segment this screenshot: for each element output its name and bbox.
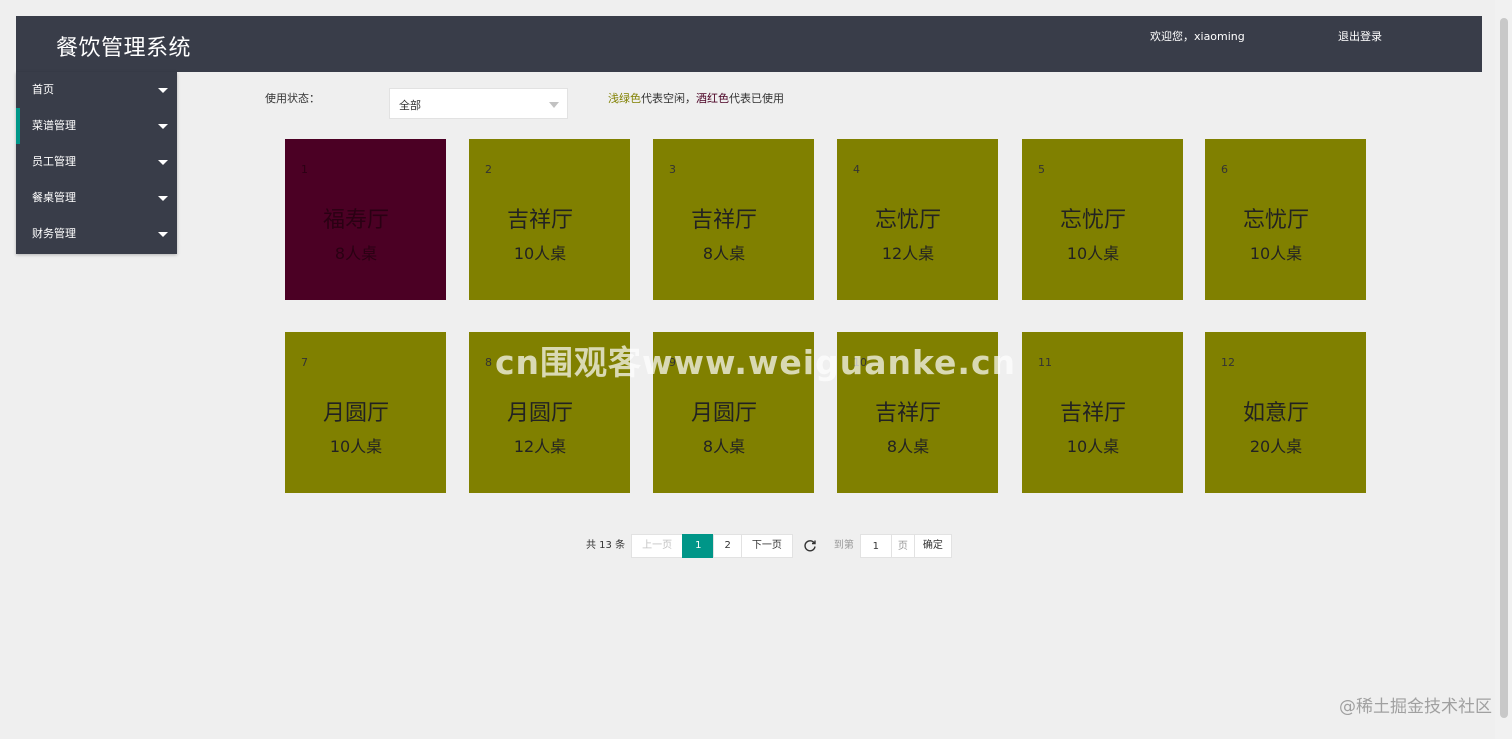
table-card[interactable]: 11 吉祥厅 10人桌 (1022, 332, 1183, 493)
table-number: 11 (1038, 356, 1052, 369)
table-seats: 10人桌 (1066, 437, 1120, 456)
hall-name: 忘忧厅 (1242, 208, 1309, 233)
table-seats: 12人桌 (881, 244, 935, 263)
table-card[interactable]: 1 福寿厅 8人桌 (285, 139, 446, 300)
next-page-button[interactable]: 下一页 (740, 534, 793, 558)
hall-name: 月圆厅 (690, 401, 757, 426)
table-number: 9 (669, 356, 676, 369)
table-card[interactable]: 4 忘忧厅 12人桌 (837, 139, 998, 300)
table-card[interactable]: 12 如意厅 20人桌 (1205, 332, 1366, 493)
hall-name: 如意厅 (1242, 401, 1309, 426)
sidebar-item-label: 员工管理 (32, 155, 76, 168)
corner-watermark: @稀土掘金技术社区 (1339, 697, 1492, 717)
sidebar-item-label: 餐桌管理 (32, 191, 76, 204)
table-number: 4 (853, 163, 860, 176)
pagination: 共 13 条 上一页 1 2 下一页 到第 页 确定 (586, 534, 952, 558)
table-number: 2 (485, 163, 492, 176)
table-seats: 20人桌 (1249, 437, 1303, 456)
table-seats: 10人桌 (1066, 244, 1120, 263)
legend-free-color: 浅绿色 (608, 92, 641, 105)
chevron-down-icon (549, 102, 559, 108)
table-seats: 10人桌 (513, 244, 567, 263)
refresh-icon[interactable] (798, 534, 822, 558)
hall-name: 忘忧厅 (874, 208, 941, 233)
table-number: 10 (853, 356, 867, 369)
hall-name: 吉祥厅 (690, 208, 757, 233)
table-card[interactable]: 2 吉祥厅 10人桌 (469, 139, 630, 300)
total-count: 共 13 条 (586, 540, 626, 551)
hall-name: 吉祥厅 (1059, 401, 1126, 426)
prev-page-button[interactable]: 上一页 (631, 534, 684, 558)
table-card[interactable]: 3 吉祥厅 8人桌 (653, 139, 814, 300)
table-card[interactable]: 8 月圆厅 12人桌 (469, 332, 630, 493)
caret-down-icon (158, 232, 168, 237)
status-select[interactable]: 全部 (389, 88, 568, 119)
page-unit-label: 页 (891, 534, 914, 558)
sidebar-item-label: 菜谱管理 (32, 119, 76, 132)
logout-link[interactable]: 退出登录 (1338, 28, 1382, 44)
status-filter-label: 使用状态： (265, 92, 320, 105)
table-seats: 8人桌 (334, 244, 378, 263)
top-header: 餐饮管理系统 欢迎您，xiaoming 退出登录 (16, 16, 1482, 72)
table-seats: 10人桌 (329, 437, 383, 456)
table-seats: 8人桌 (702, 244, 746, 263)
sidebar-item-staff-management[interactable]: 员工管理 (16, 144, 177, 180)
vertical-scrollbar[interactable] (1495, 0, 1512, 739)
app-title: 餐饮管理系统 (56, 36, 192, 61)
legend-used-text: 代表已使用 (729, 92, 784, 105)
hall-name: 福寿厅 (322, 208, 389, 233)
hall-name: 月圆厅 (506, 401, 573, 426)
caret-down-icon (158, 160, 168, 165)
hall-name: 吉祥厅 (874, 401, 941, 426)
table-card[interactable]: 7 月圆厅 10人桌 (285, 332, 446, 493)
table-seats: 8人桌 (886, 437, 930, 456)
table-number: 5 (1038, 163, 1045, 176)
caret-down-icon (158, 124, 168, 129)
table-card[interactable]: 9 月圆厅 8人桌 (653, 332, 814, 493)
table-seats: 12人桌 (513, 437, 567, 456)
table-seats: 8人桌 (702, 437, 746, 456)
status-select-value: 全部 (399, 99, 421, 112)
sidebar-item-label: 财务管理 (32, 227, 76, 240)
confirm-jump-button[interactable]: 确定 (913, 534, 952, 558)
page-jump: 到第 页 确定 (834, 534, 952, 558)
table-number: 3 (669, 163, 676, 176)
legend-free-text: 代表空闲， (641, 92, 696, 105)
table-number: 12 (1221, 356, 1235, 369)
table-seats: 10人桌 (1249, 244, 1303, 263)
page-button-1[interactable]: 1 (682, 534, 715, 558)
hall-name: 月圆厅 (322, 401, 389, 426)
hall-name: 吉祥厅 (506, 208, 573, 233)
sidebar-item-finance-management[interactable]: 财务管理 (16, 216, 177, 252)
table-number: 6 (1221, 163, 1228, 176)
caret-down-icon (158, 88, 168, 93)
scrollbar-thumb[interactable] (1500, 18, 1508, 718)
caret-down-icon (158, 196, 168, 201)
table-card[interactable]: 5 忘忧厅 10人桌 (1022, 139, 1183, 300)
sidebar-item-menu-management[interactable]: 菜谱管理 (16, 108, 177, 144)
table-number: 1 (301, 163, 308, 176)
sidebar-item-label: 首页 (32, 83, 54, 96)
page-button-2[interactable]: 2 (713, 534, 742, 558)
hall-name: 忘忧厅 (1059, 208, 1126, 233)
sidebar-item-table-management[interactable]: 餐桌管理 (16, 180, 177, 216)
table-card[interactable]: 6 忘忧厅 10人桌 (1205, 139, 1366, 300)
welcome-text: 欢迎您，xiaoming (1150, 30, 1245, 43)
sidebar-nav: 首页 菜谱管理 员工管理 餐桌管理 财务管理 (16, 72, 177, 254)
table-number: 8 (485, 356, 492, 369)
table-card[interactable]: 10 吉祥厅 8人桌 (837, 332, 998, 493)
table-number: 7 (301, 356, 308, 369)
color-legend: 浅绿色代表空闲，酒红色代表已使用 (608, 90, 784, 106)
legend-used-color: 酒红色 (696, 92, 729, 105)
goto-page-input[interactable] (859, 534, 892, 558)
goto-label: 到第 (833, 540, 854, 551)
sidebar-item-home[interactable]: 首页 (16, 72, 177, 108)
